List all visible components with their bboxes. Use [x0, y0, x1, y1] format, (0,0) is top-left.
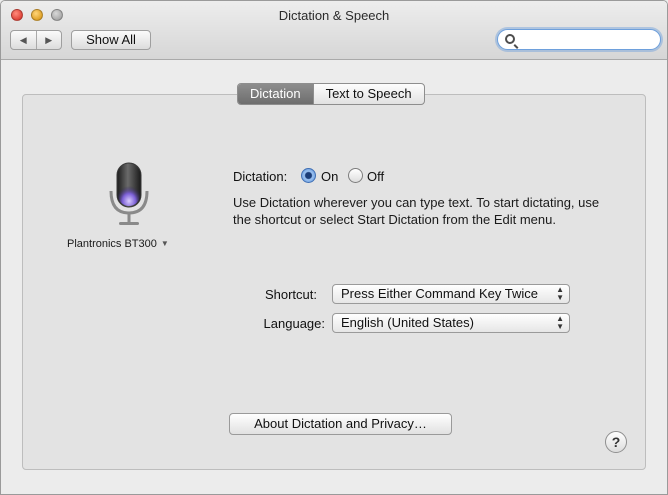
dictation-label: Dictation: [233, 169, 288, 184]
tab-text-to-speech[interactable]: Text to Speech [312, 84, 424, 104]
popup-arrows-icon: ▲ ▼ [556, 314, 564, 331]
microphone-icon [109, 162, 149, 225]
back-arrow-icon: ◀ [19, 34, 27, 45]
help-icon: ? [611, 434, 621, 450]
search-icon [505, 34, 515, 44]
forward-button[interactable]: ▶ [35, 31, 62, 49]
show-all-button[interactable]: Show All [71, 30, 151, 50]
dictation-off-label[interactable]: Off [367, 169, 384, 184]
tab-dictation[interactable]: Dictation [238, 84, 313, 104]
dictation-on-radio[interactable] [301, 168, 316, 183]
dictation-off-radio[interactable] [348, 168, 363, 183]
search-field[interactable] [497, 29, 661, 50]
input-device-selector[interactable]: Plantronics BT300 ▼ [67, 238, 169, 250]
language-popup[interactable]: English (United States) ▲ ▼ [332, 313, 570, 333]
chevron-down-icon: ▼ [160, 239, 169, 248]
tab-bar: Dictation Text to Speech [237, 83, 425, 105]
back-forward-control: ◀ ▶ [10, 30, 62, 50]
preferences-window: Dictation & Speech ◀ ▶ Show All Dictatio… [0, 0, 668, 495]
forward-arrow-icon: ▶ [45, 34, 53, 45]
help-button[interactable]: ? [605, 431, 627, 453]
popup-arrows-icon: ▲ ▼ [556, 285, 564, 302]
input-device-label: Plantronics BT300 [67, 238, 157, 250]
dictation-description: Use Dictation wherever you can type text… [233, 195, 600, 227]
window-title: Dictation & Speech [278, 8, 390, 23]
back-button[interactable]: ◀ [11, 31, 36, 49]
language-value: English (United States) [341, 315, 474, 330]
shortcut-label: Shortcut: [264, 287, 317, 302]
search-input[interactable] [520, 32, 654, 47]
shortcut-popup[interactable]: Press Either Command Key Twice ▲ ▼ [332, 284, 570, 304]
shortcut-value: Press Either Command Key Twice [341, 286, 538, 301]
language-label: Language: [263, 316, 325, 331]
title-bar: Dictation & Speech ◀ ▶ Show All [1, 1, 667, 60]
dictation-on-label[interactable]: On [321, 169, 338, 184]
about-dictation-privacy-button[interactable]: About Dictation and Privacy… [229, 413, 452, 435]
